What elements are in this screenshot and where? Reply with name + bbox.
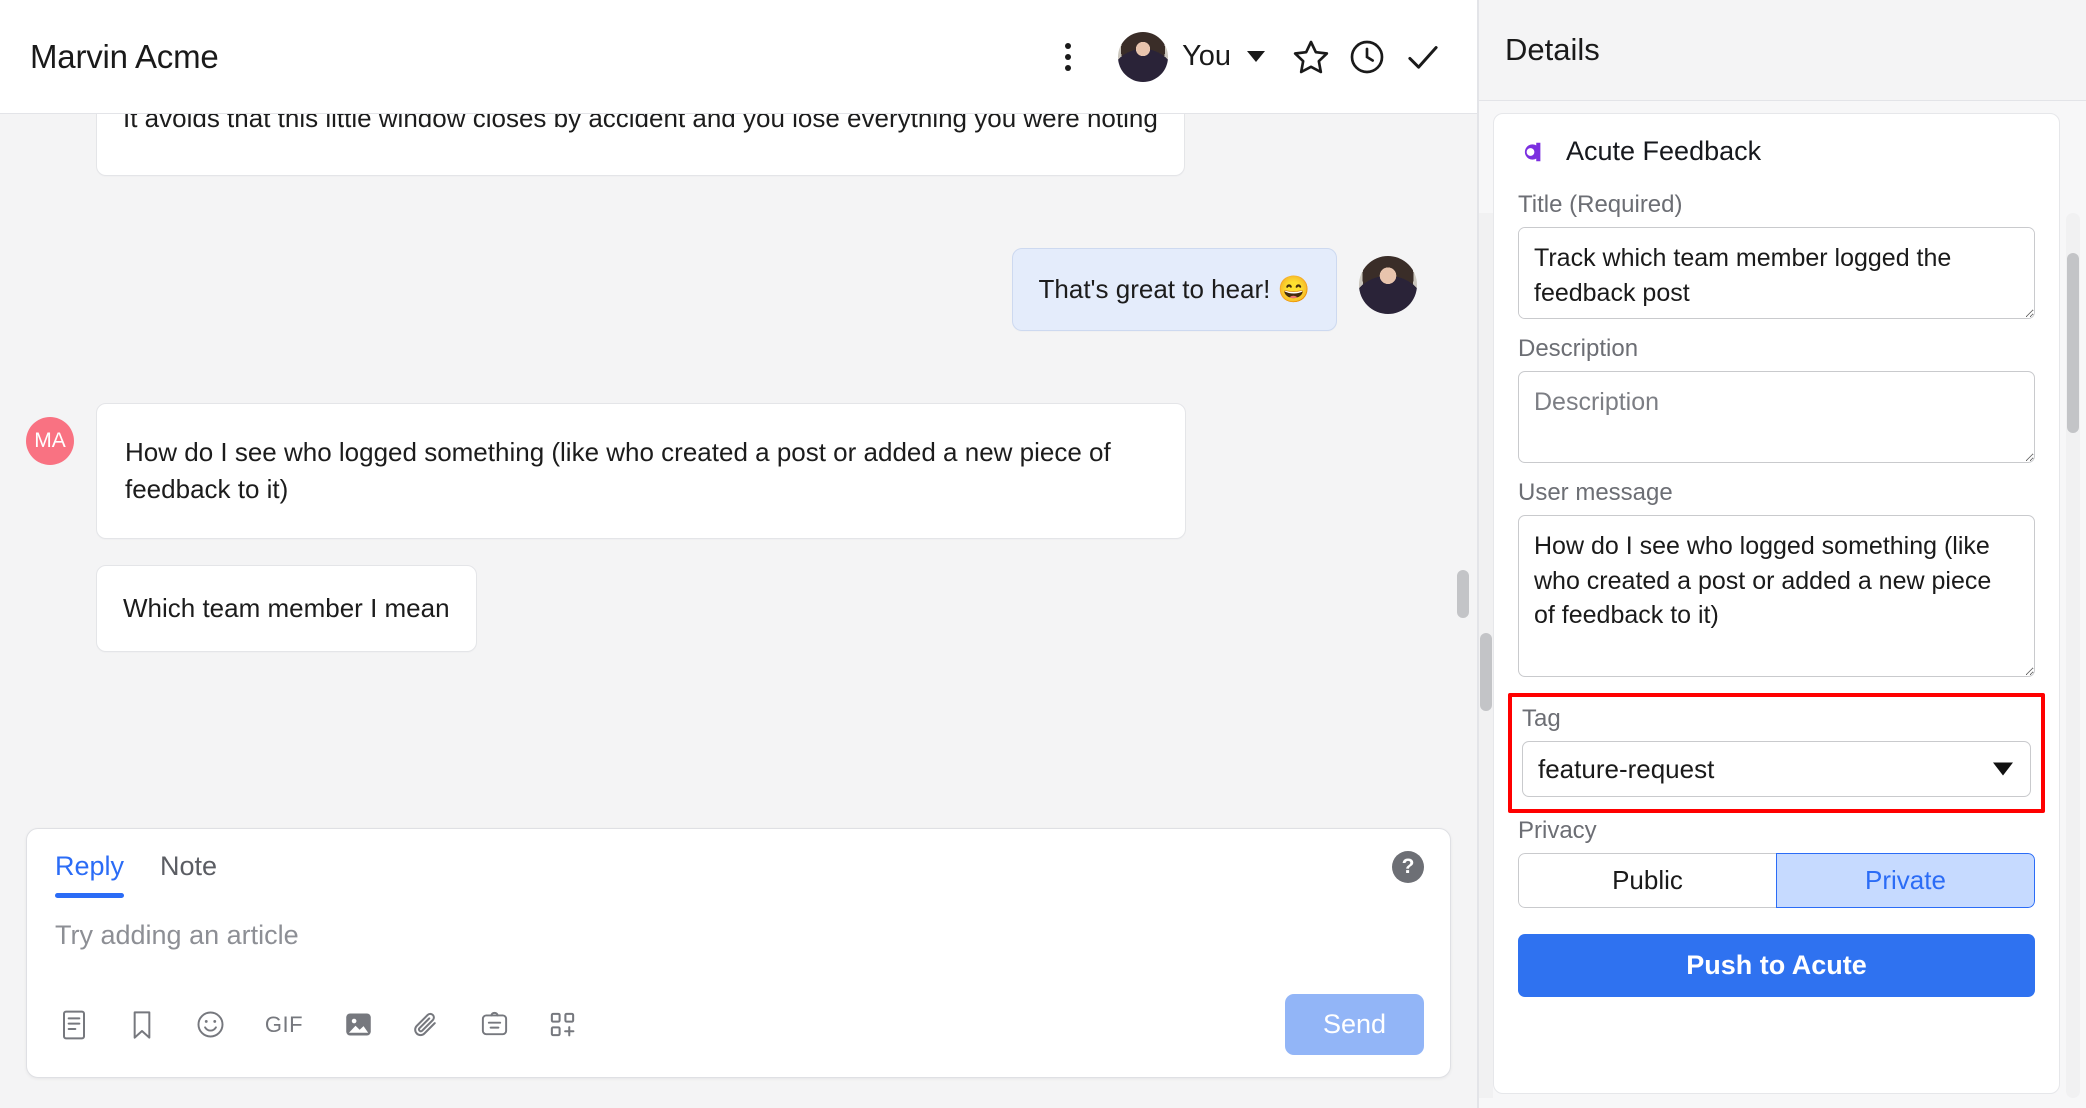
page-title: Marvin Acme [30,37,219,75]
tag-label: Tag [1522,705,1561,732]
acute-feedback-card-header: Acute Feedback [1518,136,2035,167]
privacy-field-group: Privacy Public Private [1518,817,2035,908]
title-label: Title (Required) [1518,191,1683,218]
conversation-column: Marvin Acme You It avoids that this litt… [0,0,1478,1108]
avatar [1118,31,1169,82]
message-bubble: How do I see who logged something (like … [96,402,1186,539]
close-conversation-button[interactable] [1395,29,1451,85]
description-input[interactable] [1518,371,2035,463]
more-options-button[interactable] [1040,29,1096,85]
privacy-option-private[interactable]: Private [1776,853,2035,908]
details-panel-title: Details [1505,32,1600,67]
emoji-icon [197,1011,223,1038]
note-card-button[interactable] [473,1004,515,1046]
note-card-icon [481,1011,507,1036]
details-body: Acute Feedback Title (Required) Descript… [1479,101,2086,1108]
tab-reply[interactable]: Reply [55,851,125,898]
apps-add-button[interactable] [541,1004,583,1046]
assignee-label: You [1182,40,1231,72]
message-row: That's great to hear! 😄 [26,247,1417,331]
composer-toolbar-icons: GIF [53,1004,583,1046]
composer: Reply Note ? Try adding an article GIF S… [26,828,1451,1078]
message-row: Which team member I mean [26,564,1417,652]
push-to-acute-button[interactable]: Push to Acute [1518,934,2035,997]
privacy-option-public[interactable]: Public [1518,853,1776,908]
composer-toolbar: GIF Send [27,994,1450,1077]
details-header: Details [1479,0,2086,101]
message-row: MA How do I see who logged something (li… [26,402,1417,539]
details-outer-scrollbar-thumb[interactable] [2067,253,2079,433]
tab-note[interactable]: Note [160,851,217,898]
question-mark-icon[interactable]: ? [1392,851,1424,883]
details-panel: Details Acute Feedback Title (Required) [1478,0,2086,1108]
acute-logo-icon [1518,137,1548,167]
composer-input[interactable]: Try adding an article [27,898,1450,994]
app-root: Marvin Acme You It avoids that this litt… [0,0,2086,1108]
message-bubble: Which team member I mean [96,564,477,652]
article-button[interactable] [53,1004,95,1046]
acute-feedback-title: Acute Feedback [1566,136,1762,166]
snooze-button[interactable] [1339,29,1395,85]
tag-select-wrapper: feature-request [1522,741,2031,797]
tag-highlight-annotation: Tag feature-request [1508,693,2045,813]
image-icon [345,1013,371,1036]
conversation-scrollbar-thumb[interactable] [1457,570,1469,618]
conversation-header: Marvin Acme You [0,0,1477,114]
description-field-group: Description [1518,335,2035,463]
title-field-group: Title (Required) [1518,191,2035,319]
acute-feedback-card: Acute Feedback Title (Required) Descript… [1493,113,2060,1094]
description-label: Description [1518,335,1639,362]
message-bubble: That's great to hear! 😄 [1011,247,1337,331]
article-icon [63,1010,85,1039]
image-button[interactable] [337,1004,379,1046]
attachment-button[interactable] [405,1004,447,1046]
details-inner-scrollbar-track[interactable] [1479,213,1493,1098]
check-icon [1408,45,1438,69]
gif-icon: GIF [264,1011,304,1037]
emoji-button[interactable] [189,1004,231,1046]
gif-button[interactable]: GIF [257,1004,311,1046]
message-scroll-area[interactable]: It avoids that this little window closes… [0,114,1477,828]
privacy-segmented-control: Public Private [1518,853,2035,908]
user-message-label: User message [1518,479,1673,506]
attachment-icon [414,1012,436,1036]
saved-reply-icon [133,1010,151,1039]
apps-add-icon [550,1012,574,1037]
details-outer-scrollbar-track[interactable] [2066,213,2080,1098]
clock-icon [1350,40,1384,73]
composer-tabs: Reply Note ? [27,829,1450,898]
composer-wrapper: Reply Note ? Try adding an article GIF S… [0,828,1477,1108]
star-button[interactable] [1283,29,1339,85]
send-button[interactable]: Send [1284,994,1424,1055]
details-inner-scrollbar-thumb[interactable] [1480,633,1492,711]
user-message-input[interactable] [1518,515,2035,677]
star-icon [1293,40,1329,73]
title-input[interactable] [1518,227,2035,319]
message-list: It avoids that this little window closes… [0,114,1451,652]
avatar: MA [26,416,74,465]
avatar [1359,255,1417,314]
user-message-field-group: User message [1518,479,2035,677]
kebab-menu-icon [1065,42,1072,71]
chevron-down-icon [1247,51,1265,62]
privacy-label: Privacy [1518,817,1597,844]
message-bubble: It avoids that this little window closes… [96,114,1185,176]
saved-reply-button[interactable] [121,1004,163,1046]
tag-select[interactable]: feature-request [1522,741,2031,797]
message-row: It avoids that this little window closes… [26,114,1417,176]
assignee-selector[interactable]: You [1110,26,1275,88]
header-actions: You [1040,26,1451,88]
